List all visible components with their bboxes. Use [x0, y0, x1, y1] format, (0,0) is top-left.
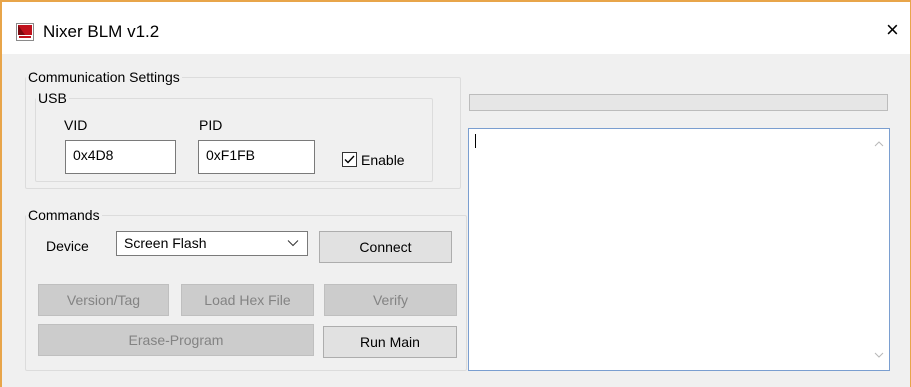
- window-border-left: [0, 0, 2, 387]
- pid-input[interactable]: 0xF1FB: [198, 140, 315, 174]
- erase-program-button[interactable]: Erase-Program: [38, 324, 314, 356]
- nixer-logo-icon: [16, 23, 34, 41]
- vid-label: VID: [64, 117, 88, 133]
- window-title: Nixer BLM v1.2: [43, 22, 160, 41]
- title-bar[interactable]: Nixer BLM v1.2 ×: [2, 2, 910, 54]
- connect-button[interactable]: Connect: [319, 231, 452, 263]
- communication-settings-legend: Communication Settings: [28, 69, 180, 85]
- log-textarea[interactable]: [468, 128, 890, 371]
- device-label: Device: [46, 238, 89, 254]
- device-select-value: Screen Flash: [124, 235, 207, 251]
- commands-legend: Commands: [28, 207, 100, 223]
- usb-legend: USB: [38, 90, 67, 106]
- checkmark-icon: [344, 155, 355, 164]
- log-scrollbar[interactable]: [869, 129, 889, 370]
- scroll-up-icon[interactable]: [874, 141, 884, 147]
- pid-label: PID: [199, 117, 223, 133]
- vid-input[interactable]: 0x4D8: [65, 140, 176, 174]
- enable-label: Enable: [361, 152, 405, 168]
- chevron-down-icon: [287, 240, 299, 247]
- load-hex-file-button[interactable]: Load Hex File: [181, 284, 314, 316]
- scroll-down-icon[interactable]: [874, 352, 884, 358]
- enable-checkbox[interactable]: [342, 152, 357, 167]
- close-icon[interactable]: ×: [886, 19, 899, 41]
- text-caret: [475, 134, 476, 148]
- device-select[interactable]: Screen Flash: [116, 231, 308, 256]
- version-tag-button[interactable]: Version/Tag: [38, 284, 169, 316]
- run-main-button[interactable]: Run Main: [323, 326, 457, 358]
- verify-button[interactable]: Verify: [324, 284, 457, 316]
- progress-bar: [469, 94, 888, 111]
